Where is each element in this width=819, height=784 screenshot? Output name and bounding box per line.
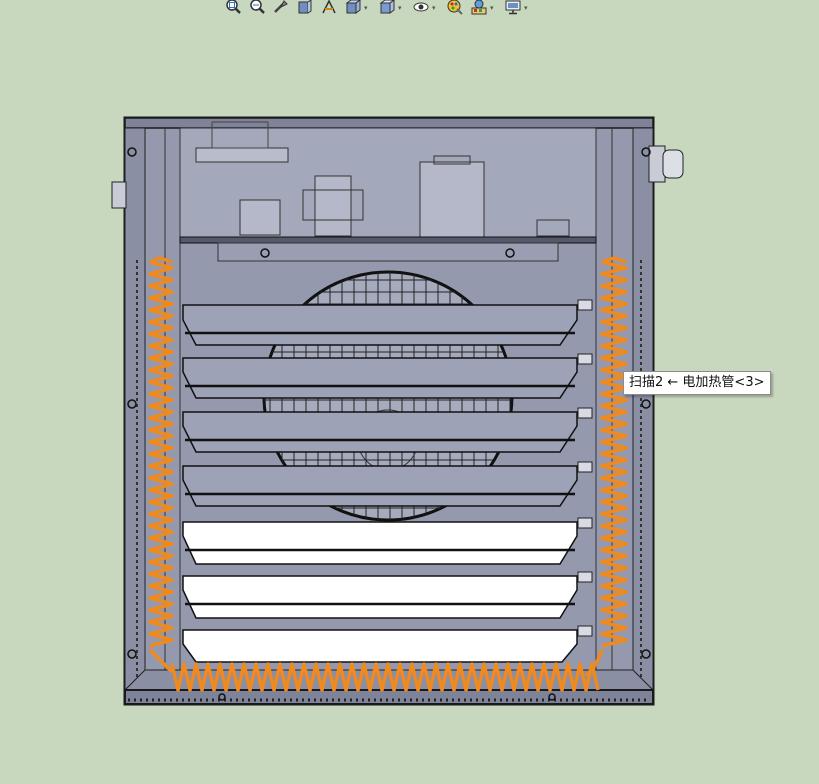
- edit-appearance-icon: [446, 0, 464, 20]
- apply-scene-button[interactable]: [469, 0, 489, 18]
- view-settings-dropdown-arrow[interactable]: ▾: [524, 4, 530, 12]
- view-settings-button[interactable]: [503, 0, 523, 18]
- zoom-to-fit-icon: [224, 0, 242, 20]
- edit-appearance-button[interactable]: [445, 0, 465, 18]
- apply-scene-icon: [470, 0, 488, 20]
- zoom-to-fit-button[interactable]: [223, 0, 243, 18]
- view-orientation-icon: [344, 0, 362, 20]
- hide-show-items-button[interactable]: [411, 0, 431, 18]
- heater-housing-model[interactable]: [111, 116, 684, 706]
- heads-up-view-toolbar: ▾ ▾ ▾ ▾ ▾: [0, 0, 819, 22]
- previous-view-icon: [272, 0, 290, 20]
- selection-tooltip: 扫描2 ← 电加热管<3>: [623, 371, 771, 395]
- view-orientation-dropdown-arrow[interactable]: ▾: [364, 4, 370, 12]
- previous-view-button[interactable]: [271, 0, 291, 18]
- view-orientation-button[interactable]: [343, 0, 363, 18]
- hide-show-items-dropdown-arrow[interactable]: ▾: [432, 4, 438, 12]
- section-view-icon: [296, 0, 314, 20]
- display-style-dropdown-arrow[interactable]: ▾: [398, 4, 404, 12]
- display-style-button[interactable]: [377, 0, 397, 18]
- section-view-button[interactable]: [295, 0, 315, 18]
- zoom-to-area-button[interactable]: [247, 0, 267, 18]
- dynamic-annotation-icon: [320, 0, 338, 20]
- hide-show-items-icon: [412, 0, 430, 20]
- dynamic-annotation-button[interactable]: [319, 0, 339, 18]
- apply-scene-dropdown-arrow[interactable]: ▾: [490, 4, 496, 12]
- graphics-viewport[interactable]: [0, 22, 819, 784]
- view-settings-icon: [504, 0, 522, 20]
- display-style-icon: [378, 0, 396, 20]
- zoom-to-area-icon: [248, 0, 266, 20]
